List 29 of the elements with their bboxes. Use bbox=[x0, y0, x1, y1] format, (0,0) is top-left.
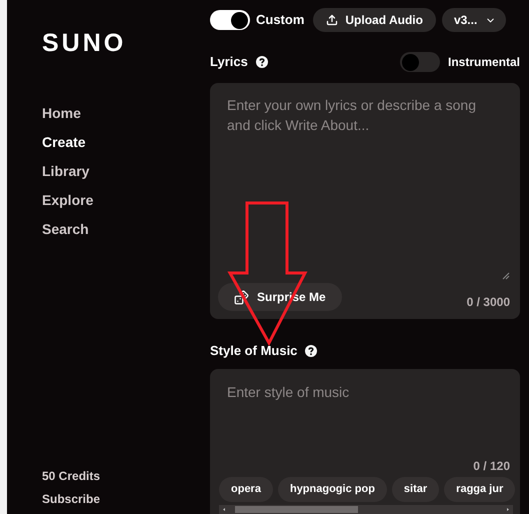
logo[interactable]: SUNO bbox=[42, 28, 210, 58]
nav-link[interactable]: Create bbox=[42, 128, 210, 157]
style-chip[interactable]: ragga jur bbox=[444, 477, 516, 502]
version-select[interactable]: v3... bbox=[442, 8, 506, 32]
custom-label: Custom bbox=[256, 11, 304, 30]
help-icon[interactable] bbox=[256, 56, 268, 68]
upload-icon bbox=[326, 14, 338, 26]
upload-audio-button[interactable]: Upload Audio bbox=[313, 8, 436, 32]
resize-handle-icon[interactable] bbox=[502, 272, 510, 280]
subscribe-link[interactable]: Subscribe bbox=[42, 488, 210, 511]
style-counter: 0 / 120 bbox=[473, 458, 510, 475]
nav-link[interactable]: Explore bbox=[42, 186, 210, 215]
style-chip[interactable]: opera bbox=[219, 477, 273, 502]
lyrics-counter: 0 / 3000 bbox=[466, 294, 510, 311]
style-chip[interactable]: sitar bbox=[392, 477, 440, 502]
credits-count: 50 Credits bbox=[42, 468, 102, 485]
style-label: Style of Music bbox=[210, 342, 298, 360]
nav-link[interactable]: Library bbox=[42, 157, 210, 186]
scrollbar[interactable] bbox=[219, 505, 513, 514]
lyrics-label: Lyrics bbox=[210, 53, 248, 72]
style-field[interactable]: Enter style of music 0 / 120 opera hypnagogic pop sitar ragga jur bbox=[210, 369, 520, 514]
style-chip[interactable]: hypnagogic pop bbox=[278, 477, 387, 502]
nav-link[interactable]: Home bbox=[42, 99, 210, 128]
nav-link[interactable]: Search bbox=[42, 215, 210, 244]
custom-toggle[interactable] bbox=[210, 10, 250, 30]
help-icon[interactable] bbox=[305, 345, 318, 357]
instrumental-toggle[interactable] bbox=[400, 52, 440, 72]
instrumental-label: Instrumental bbox=[448, 54, 520, 71]
dice-icon bbox=[234, 290, 249, 304]
